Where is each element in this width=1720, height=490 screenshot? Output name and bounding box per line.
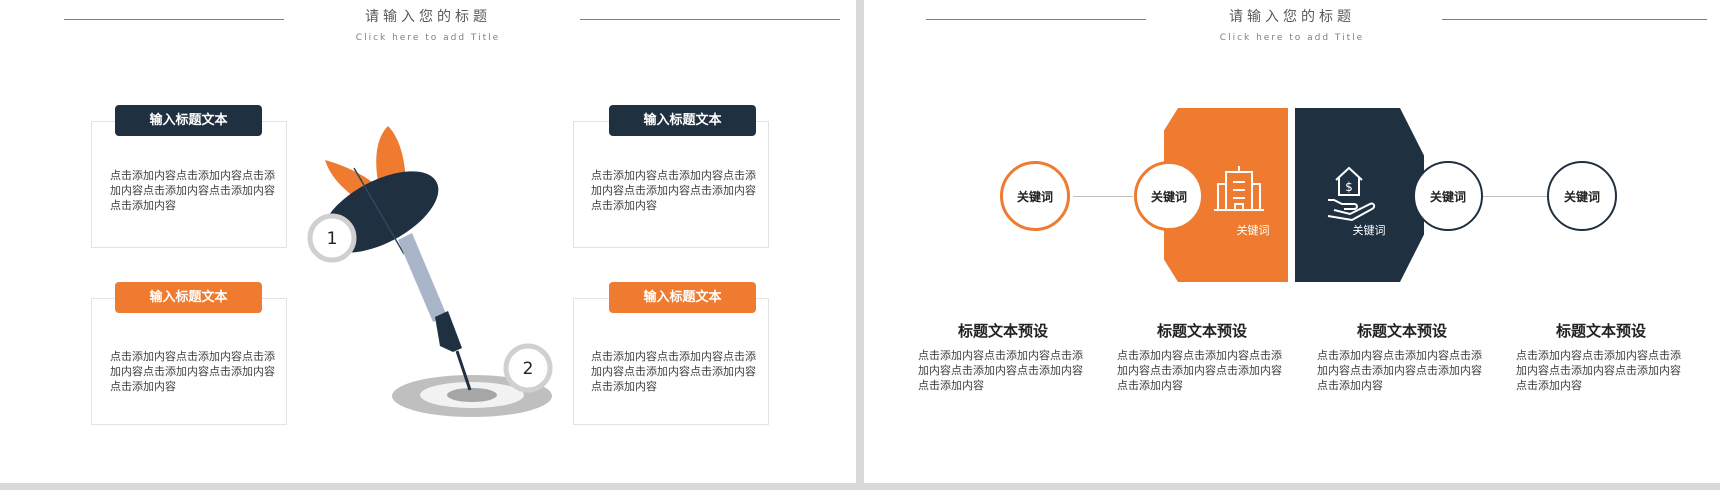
column-title[interactable]: 标题文本预设 xyxy=(918,320,1088,341)
marker-label: 1 xyxy=(327,229,338,249)
hex-keyword-label[interactable]: 关键词 xyxy=(1223,222,1283,238)
column-title[interactable]: 标题文本预设 xyxy=(1516,320,1686,341)
svg-text:$: $ xyxy=(1345,180,1353,194)
column-title[interactable]: 标题文本预设 xyxy=(1117,320,1287,341)
slide-title[interactable]: 请输入您的标题 xyxy=(864,6,1720,26)
card-title-tag[interactable]: 输入标题文本 xyxy=(115,105,262,136)
slide-left: 请输入您的标题 Click here to add Title 输入标题文本 点… xyxy=(0,0,856,483)
keyword-circle[interactable]: 关键词 xyxy=(1000,161,1070,231)
marker-label: 2 xyxy=(523,359,534,379)
card-title-tag[interactable]: 输入标题文本 xyxy=(609,105,756,136)
slide-subtitle[interactable]: Click here to add Title xyxy=(0,33,856,43)
card-body-text[interactable]: 点击添加内容点击添加内容点击添加内容点击添加内容点击添加内容点击添加内容 xyxy=(110,168,275,213)
card-body-text[interactable]: 点击添加内容点击添加内容点击添加内容点击添加内容点击添加内容点击添加内容 xyxy=(591,349,756,394)
slide-title[interactable]: 请输入您的标题 xyxy=(0,6,856,26)
keyword-circle[interactable]: 关键词 xyxy=(1547,161,1617,231)
slide-subtitle[interactable]: Click here to add Title xyxy=(864,33,1720,43)
column-text[interactable]: 点击添加内容点击添加内容点击添加内容点击添加内容点击添加内容点击添加内容 xyxy=(1516,348,1681,393)
connector-line xyxy=(1073,196,1133,197)
slide-divider xyxy=(856,0,864,490)
keyword-circle[interactable]: 关键词 xyxy=(1413,161,1483,231)
column-text[interactable]: 点击添加内容点击添加内容点击添加内容点击添加内容点击添加内容点击添加内容 xyxy=(1317,348,1482,393)
connector-line xyxy=(1483,196,1547,197)
card-title-tag[interactable]: 输入标题文本 xyxy=(609,282,756,313)
card-title-tag[interactable]: 输入标题文本 xyxy=(115,282,262,313)
dart-target-illustration: 1 2 xyxy=(307,126,553,417)
column-text[interactable]: 点击添加内容点击添加内容点击添加内容点击添加内容点击添加内容点击添加内容 xyxy=(918,348,1083,393)
keyword-circle[interactable]: 关键词 xyxy=(1134,161,1204,231)
column-title[interactable]: 标题文本预设 xyxy=(1317,320,1487,341)
card-body-text[interactable]: 点击添加内容点击添加内容点击添加内容点击添加内容点击添加内容点击添加内容 xyxy=(110,349,275,394)
slide-right: 请输入您的标题 Click here to add Title $ 关键词 关键… xyxy=(864,0,1720,483)
column-text[interactable]: 点击添加内容点击添加内容点击添加内容点击添加内容点击添加内容点击添加内容 xyxy=(1117,348,1282,393)
hex-keyword-label[interactable]: 关键词 xyxy=(1339,222,1399,238)
card-body-text[interactable]: 点击添加内容点击添加内容点击添加内容点击添加内容点击添加内容点击添加内容 xyxy=(591,168,756,213)
